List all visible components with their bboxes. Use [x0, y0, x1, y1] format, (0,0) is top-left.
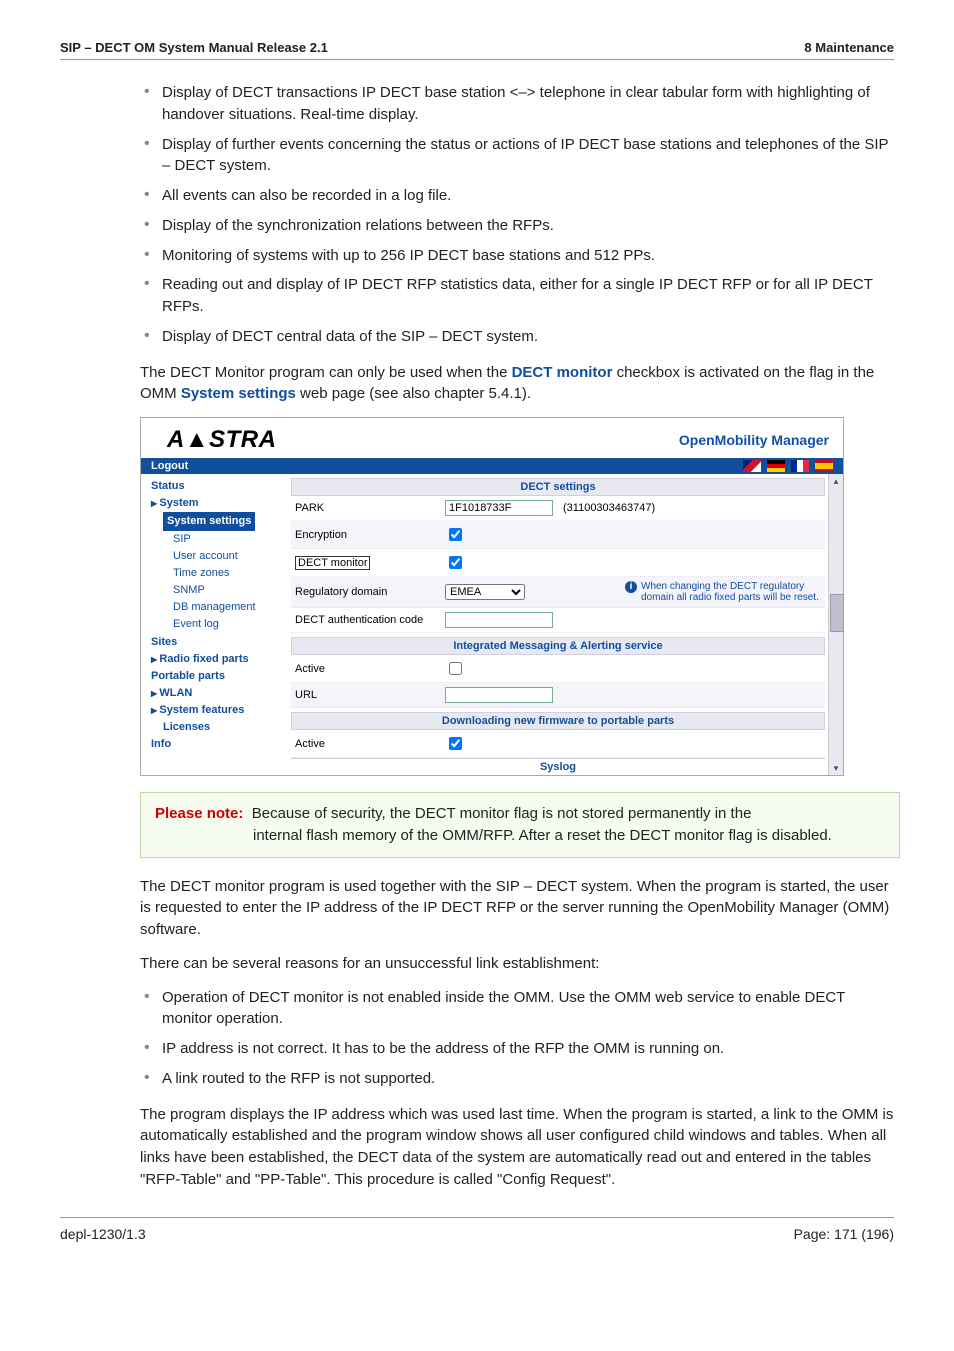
sidebar-item-event-log[interactable]: Event log — [151, 616, 291, 633]
header-left: SIP – DECT OM System Manual Release 2.1 — [60, 40, 328, 55]
intro-paragraph: The DECT Monitor program can only be use… — [140, 362, 894, 406]
scrollbar-thumb[interactable] — [830, 594, 844, 632]
note-box: Please note: Because of security, the DE… — [140, 792, 900, 858]
encryption-label: Encryption — [295, 529, 445, 541]
list-item: A link routed to the RFP is not supporte… — [140, 1068, 894, 1090]
firmware-active-label: Active — [295, 738, 445, 750]
usage-paragraph: The DECT monitor program is used togethe… — [140, 876, 894, 941]
section-messaging: Integrated Messaging & Alerting service — [291, 637, 825, 655]
firmware-active-checkbox[interactable] — [449, 737, 462, 750]
sidebar-item-time-zones[interactable]: Time zones — [151, 565, 291, 582]
reasons-paragraph: There can be several reasons for an unsu… — [140, 953, 894, 975]
logout-link[interactable]: Logout — [151, 460, 188, 472]
page-footer: depl-1230/1.3 Page: 171 (196) — [60, 1217, 894, 1242]
list-item: Display of the synchronization relations… — [140, 215, 894, 237]
flag-uk-icon[interactable] — [743, 460, 761, 472]
note-line2: internal flash memory of the OMM/RFP. Af… — [155, 825, 885, 847]
footer-right: Page: 171 (196) — [794, 1226, 894, 1242]
encryption-checkbox[interactable] — [449, 528, 462, 541]
sidebar-item-db-management[interactable]: DB management — [151, 599, 291, 616]
last-paragraph: The program displays the IP address whic… — [140, 1104, 894, 1191]
dect-auth-code-field[interactable] — [445, 612, 553, 628]
dect-monitor-label: DECT monitor — [295, 557, 445, 569]
sidebar-item-info[interactable]: Info — [151, 736, 291, 753]
flag-de-icon[interactable] — [767, 460, 785, 472]
sidebar-item-sites[interactable]: Sites — [151, 634, 291, 651]
regulatory-domain-select[interactable]: EMEA — [445, 584, 525, 600]
chevron-up-icon[interactable]: ▴ — [831, 476, 841, 486]
dect-monitor-link: DECT monitor — [512, 364, 613, 381]
header-right: 8 Maintenance — [804, 40, 894, 55]
sidebar-item-wlan[interactable]: WLAN — [151, 685, 291, 702]
list-item: Display of further events concerning the… — [140, 134, 894, 178]
note-line1: Because of security, the DECT monitor fl… — [252, 805, 752, 822]
flag-fr-icon[interactable] — [791, 460, 809, 472]
list-item: Monitoring of systems with up to 256 IP … — [140, 245, 894, 267]
nav-sidebar: Status System System settings SIP User a… — [141, 474, 291, 775]
sidebar-item-status[interactable]: Status — [151, 478, 291, 495]
list-item: Reading out and display of IP DECT RFP s… — [140, 274, 894, 318]
settings-panel: DECT settings PARK (31100303463747) Encr… — [291, 474, 843, 775]
list-item: Operation of DECT monitor is not enabled… — [140, 987, 894, 1031]
section-firmware-download: Downloading new firmware to portable par… — [291, 712, 825, 730]
sidebar-item-portable-parts[interactable]: Portable parts — [151, 668, 291, 685]
sidebar-item-user-account[interactable]: User account — [151, 548, 291, 565]
language-flags — [740, 460, 833, 472]
list-item: All events can also be recorded in a log… — [140, 185, 894, 207]
sidebar-item-system[interactable]: System — [151, 495, 291, 512]
sidebar-item-snmp[interactable]: SNMP — [151, 582, 291, 599]
sidebar-item-licenses[interactable]: Licenses — [151, 719, 291, 736]
messaging-url-field[interactable] — [445, 687, 553, 703]
app-title: OpenMobility Manager — [679, 432, 829, 448]
dect-monitor-checkbox[interactable] — [449, 556, 462, 569]
regulatory-domain-label: Regulatory domain — [295, 586, 445, 598]
sidebar-item-system-settings[interactable]: System settings — [151, 512, 291, 531]
park-label: PARK — [295, 502, 445, 514]
system-settings-link: System settings — [181, 385, 296, 402]
dect-auth-code-label: DECT authentication code — [295, 614, 445, 626]
messaging-active-label: Active — [295, 663, 445, 675]
scrollbar[interactable]: ▴ ▾ — [828, 474, 843, 775]
list-item: IP address is not correct. It has to be … — [140, 1038, 894, 1060]
messaging-url-label: URL — [295, 689, 445, 701]
flag-es-icon[interactable] — [815, 460, 833, 472]
note-label: Please note: — [155, 805, 243, 822]
footer-left: depl-1230/1.3 — [60, 1226, 146, 1242]
sidebar-item-sip[interactable]: SIP — [151, 531, 291, 548]
messaging-active-checkbox[interactable] — [449, 662, 462, 675]
regulatory-domain-hint: i When changing the DECT regulatory doma… — [625, 581, 825, 603]
list-item: Display of DECT central data of the SIP … — [140, 326, 894, 348]
omm-screenshot: A▲STRA OpenMobility Manager Logout Statu… — [140, 417, 844, 776]
feature-list: Display of DECT transactions IP DECT bas… — [140, 82, 894, 348]
park-aux: (31100303463747) — [563, 502, 655, 514]
sidebar-item-system-features[interactable]: System features — [151, 702, 291, 719]
brand-logo: A▲STRA — [167, 426, 276, 454]
sidebar-item-radio-fixed-parts[interactable]: Radio fixed parts — [151, 651, 291, 668]
section-dect-settings: DECT settings — [291, 478, 825, 496]
reasons-list: Operation of DECT monitor is not enabled… — [140, 987, 894, 1090]
park-field[interactable] — [445, 500, 553, 516]
info-icon: i — [625, 581, 637, 593]
list-item: Display of DECT transactions IP DECT bas… — [140, 82, 894, 126]
section-syslog: Syslog — [291, 758, 825, 775]
chevron-down-icon[interactable]: ▾ — [831, 763, 841, 773]
page-header: SIP – DECT OM System Manual Release 2.1 … — [60, 40, 894, 60]
